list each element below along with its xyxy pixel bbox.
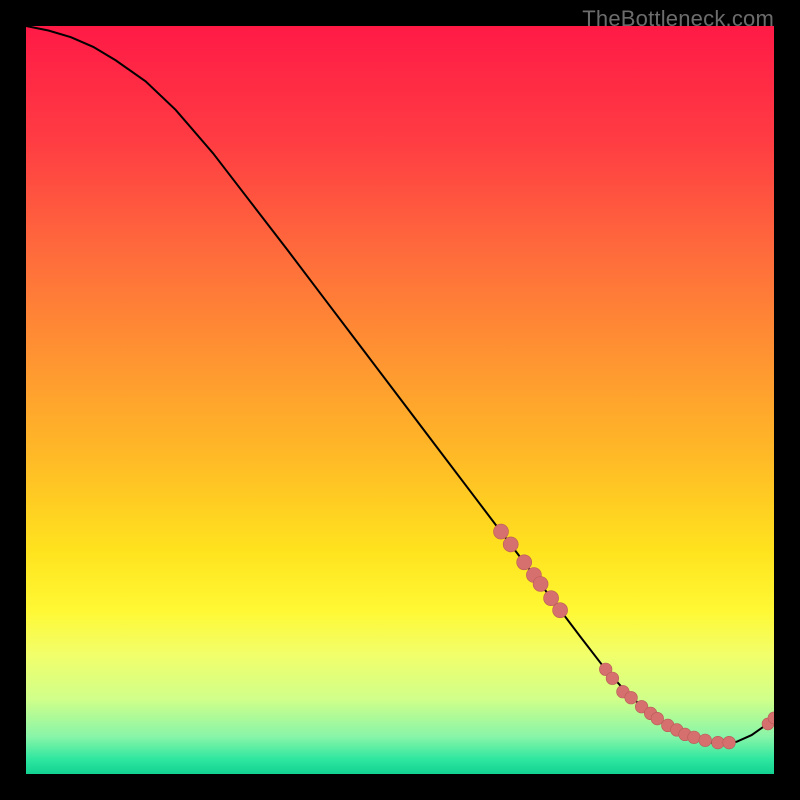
chart-overlay: [26, 26, 774, 774]
data-marker: [517, 555, 532, 570]
data-marker: [688, 731, 701, 744]
bottleneck-curve: [26, 26, 774, 743]
chart-canvas: TheBottleneck.com: [0, 0, 800, 800]
data-marker: [503, 537, 518, 552]
data-marker: [553, 603, 568, 618]
data-marker: [533, 577, 548, 592]
data-marker: [606, 672, 619, 685]
data-marker: [494, 524, 509, 539]
data-marker: [625, 691, 638, 704]
markers-upper-cluster: [494, 524, 568, 618]
data-marker: [723, 736, 736, 749]
markers-lower-cluster: [599, 663, 735, 749]
data-marker: [712, 736, 725, 749]
plot-area: [26, 26, 774, 774]
markers-end: [762, 712, 774, 730]
data-marker: [699, 734, 712, 747]
